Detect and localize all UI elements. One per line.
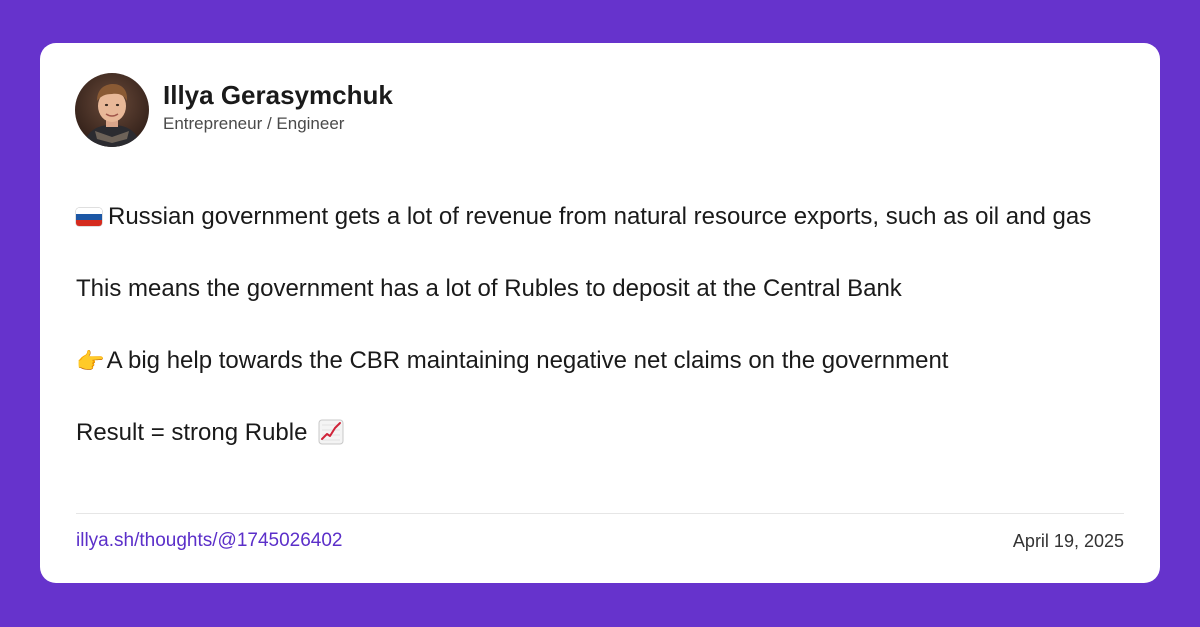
post-content: Russian government gets a lot of revenue… [76, 199, 1136, 451]
post-date: April 19, 2025 [1012, 531, 1124, 551]
author-name[interactable]: Illya Gerasymchuk [163, 79, 393, 111]
post-paragraph-3: 👉A big help towards the CBR maintaining … [76, 343, 1136, 379]
author-role: Entrepreneur / Engineer [163, 114, 345, 133]
chart-increasing-icon [318, 419, 344, 445]
author-info: Illya Gerasymchuk Entrepreneur / Enginee… [163, 79, 393, 135]
footer-divider [76, 513, 1124, 514]
paragraph-2-text: This means the government has a lot of R… [76, 275, 902, 302]
paragraph-1-text: Russian government gets a lot of revenue… [108, 203, 1092, 230]
author-header: Illya Gerasymchuk Entrepreneur / Enginee… [75, 73, 393, 147]
post-paragraph-1: Russian government gets a lot of revenue… [76, 199, 1136, 235]
russia-flag-icon [76, 208, 102, 226]
paragraph-3-text: A big help towards the CBR maintaining n… [106, 347, 949, 374]
post-paragraph-2: This means the government has a lot of R… [76, 271, 1136, 307]
pointing-hand-icon: 👉 [76, 348, 105, 374]
paragraph-4-text: Result = strong Ruble [76, 419, 308, 446]
permalink[interactable]: illya.sh/thoughts/@1745026402 [76, 529, 342, 553]
post-card: Illya Gerasymchuk Entrepreneur / Enginee… [40, 43, 1160, 583]
avatar[interactable] [75, 73, 149, 147]
post-paragraph-4: Result = strong Ruble [76, 415, 1136, 451]
avatar-photo-icon [75, 73, 149, 147]
